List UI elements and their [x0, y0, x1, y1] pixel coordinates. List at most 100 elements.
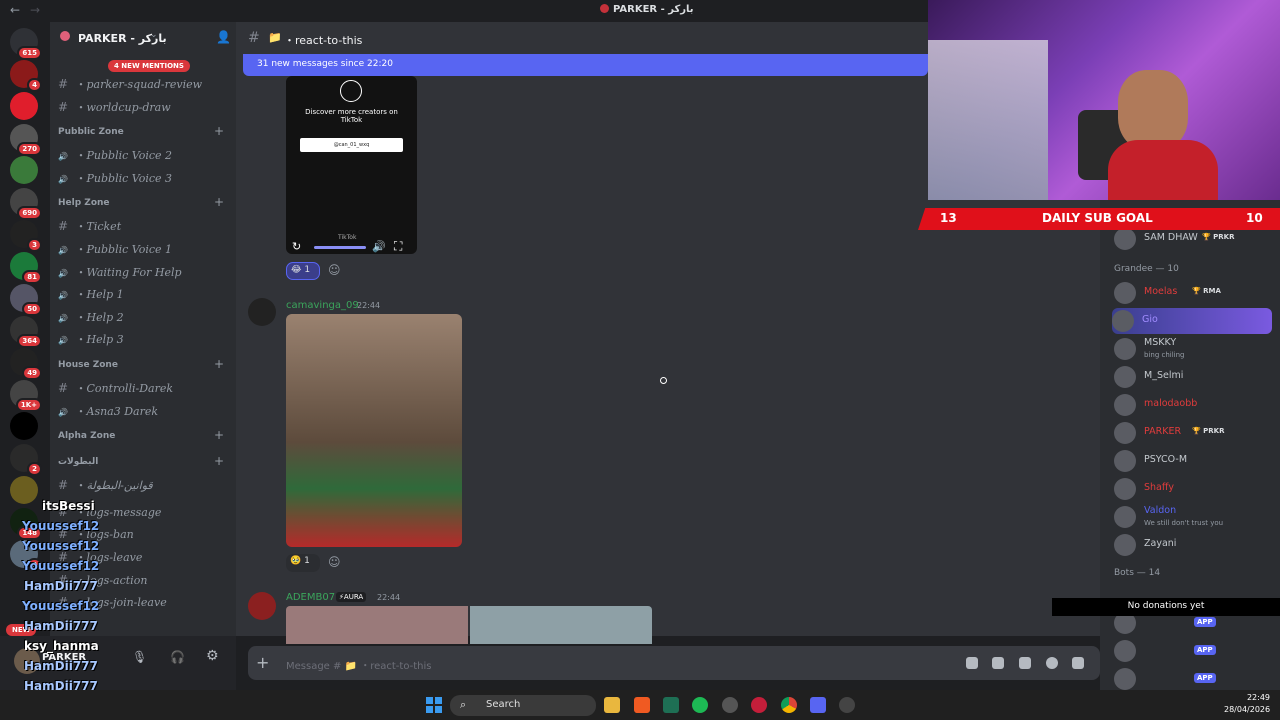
taskbar-search[interactable]: ⌕ Search — [450, 695, 596, 716]
channel-item[interactable]: # ・Ticket — [58, 218, 121, 238]
add-channel-icon[interactable]: + — [214, 454, 224, 468]
opera-icon[interactable] — [751, 697, 767, 713]
server-icon[interactable]: 3 — [10, 220, 42, 252]
tiktok-handle-field[interactable]: @can_01_wxq — [300, 138, 403, 152]
new-mentions-pill[interactable]: 4 NEW MENTIONS — [108, 60, 190, 72]
member-item[interactable]: M_Selmi — [1114, 364, 1274, 390]
emoji-icon[interactable] — [1046, 657, 1058, 669]
bot-item[interactable]: APP — [1114, 666, 1274, 692]
avatar[interactable] — [248, 298, 276, 326]
channel-category[interactable]: Alpha Zone — [58, 431, 115, 441]
server-icon[interactable]: 81 — [10, 252, 42, 284]
channel-item[interactable]: # ・parker-squad-review — [58, 76, 202, 96]
reaction-pill[interactable]: 😂 1 — [286, 262, 320, 280]
obs-icon[interactable] — [839, 697, 855, 713]
server-icon[interactable] — [10, 476, 38, 504]
server-icon[interactable]: 50 — [10, 284, 42, 316]
chrome-icon[interactable] — [781, 697, 797, 713]
brave-browser-icon[interactable] — [634, 697, 650, 713]
avatar — [1114, 366, 1136, 388]
member-item[interactable]: Moelas 🏆 RMA — [1114, 280, 1274, 306]
message-image[interactable] — [286, 606, 468, 644]
speedometer-icon[interactable] — [722, 697, 738, 713]
add-user-icon[interactable]: 👤 — [216, 30, 231, 44]
server-icon[interactable]: 1K+ — [10, 380, 42, 412]
message-image[interactable] — [286, 314, 462, 547]
replay-icon[interactable]: ↻ — [292, 240, 301, 253]
bot-item[interactable]: APP — [1114, 638, 1274, 664]
windows-start-icon[interactable] — [426, 697, 442, 713]
file-explorer-icon[interactable] — [604, 697, 620, 713]
video-progress-bar[interactable] — [314, 246, 366, 249]
channel-item[interactable]: 🔊 ・Asna3 Darek — [58, 403, 158, 423]
member-item[interactable]: Valdon We still don't trust you — [1114, 504, 1274, 530]
channel-category[interactable]: House Zone — [58, 360, 118, 370]
member-item[interactable]: PARKER 🏆 PRKR — [1114, 420, 1274, 446]
add-channel-icon[interactable]: + — [214, 195, 224, 209]
add-channel-icon[interactable]: + — [214, 428, 224, 442]
channel-item[interactable]: # ・worldcup-draw — [58, 99, 171, 119]
server-icon[interactable]: 270 — [10, 124, 42, 156]
server-icon[interactable]: 690 — [10, 188, 42, 220]
settings-gear-icon[interactable]: ⚙ — [206, 648, 219, 664]
discord-icon[interactable] — [810, 697, 826, 713]
member-item[interactable]: PSYCO-M — [1114, 448, 1274, 474]
server-icon[interactable] — [10, 92, 38, 120]
add-reaction-icon[interactable]: ☺ — [328, 555, 341, 569]
gif-icon[interactable] — [992, 657, 1004, 669]
headphones-icon[interactable]: 🎧 — [170, 650, 185, 664]
server-icon[interactable]: 4 — [10, 60, 42, 92]
channel-item[interactable]: 🔊 ・Pubblic Voice 2 — [58, 147, 172, 167]
channel-item[interactable]: 🔊 ・Pubblic Voice 1 — [58, 241, 172, 261]
message-input[interactable]: Message # 📁 ・react-to-this — [286, 657, 431, 672]
fullscreen-icon[interactable]: ⛶ — [394, 239, 402, 254]
message-author[interactable]: camavinga_09 — [286, 300, 359, 311]
member-item[interactable]: Gio — [1112, 308, 1272, 334]
server-icon[interactable] — [10, 412, 38, 440]
gift-icon[interactable] — [966, 657, 978, 669]
message-author[interactable]: ADEMB07 — [286, 592, 335, 603]
new-messages-bar[interactable]: 31 new messages since 22:20 — [243, 54, 928, 76]
spotify-icon[interactable] — [692, 697, 708, 713]
member-item[interactable]: Shaffy — [1114, 476, 1274, 502]
channel-item[interactable]: 🔊 ・Pubblic Voice 3 — [58, 170, 172, 190]
server-icon[interactable]: 2 — [10, 444, 42, 476]
forward-arrow-icon[interactable]: → — [30, 3, 40, 17]
member-item[interactable]: malodaobb — [1114, 392, 1274, 418]
channel-item[interactable]: 🔊 ・Help 1 — [58, 286, 124, 306]
channel-category[interactable]: Pubblic Zone — [58, 127, 124, 137]
sticker-icon[interactable] — [1019, 657, 1031, 669]
add-channel-icon[interactable]: + — [214, 357, 224, 371]
avatar[interactable] — [248, 592, 276, 620]
member-list: SAM DHAW 🏆 PRKR Grandee — 10 Moelas 🏆 RMA Gio… — [1100, 200, 1280, 690]
chevron-down-icon[interactable]: ⌄ — [150, 30, 158, 40]
server-icon[interactable]: 364 — [10, 316, 42, 348]
member-item[interactable]: Zayani — [1114, 532, 1274, 558]
reaction-pill[interactable]: 🥹 1 — [286, 554, 320, 572]
message-composer[interactable]: + Message # 📁 ・react-to-this — [248, 646, 1100, 680]
channel-item[interactable]: # ・Controlli-Darek — [58, 380, 173, 400]
apps-icon[interactable] — [1072, 657, 1084, 669]
sub-goal-label: DAILY SUB GOAL — [1042, 211, 1153, 225]
webcam-overlay — [928, 0, 1280, 200]
server-icon[interactable]: 49 — [10, 348, 42, 380]
message-image[interactable] — [470, 606, 652, 644]
tiktok-embed[interactable]: Discover more creators on TikTok @can_01… — [286, 76, 417, 254]
channel-item[interactable]: 🔊 ・Waiting For Help — [58, 264, 182, 284]
back-arrow-icon[interactable]: ← — [10, 3, 20, 17]
channel-category[interactable]: البطولات — [58, 457, 98, 467]
server-icon[interactable]: 615 — [10, 28, 42, 60]
channel-item[interactable]: 🔊 ・Help 2 — [58, 309, 124, 329]
channel-item[interactable]: # ・قوانين-البطولة — [58, 477, 153, 497]
member-item[interactable]: MSKKY bing chiling — [1114, 336, 1274, 362]
server-icon[interactable] — [10, 156, 38, 184]
channel-category[interactable]: Help Zone — [58, 198, 110, 208]
add-reaction-icon[interactable]: ☺ — [328, 263, 341, 277]
add-channel-icon[interactable]: + — [214, 124, 224, 138]
app-icon[interactable] — [663, 697, 679, 713]
microphone-icon[interactable]: 🎙 — [132, 650, 147, 664]
volume-icon[interactable]: 🔊 — [372, 240, 386, 253]
unread-badge: 49 — [22, 366, 42, 380]
unread-badge: 615 — [17, 46, 42, 60]
channel-item[interactable]: 🔊 ・Help 3 — [58, 331, 124, 351]
